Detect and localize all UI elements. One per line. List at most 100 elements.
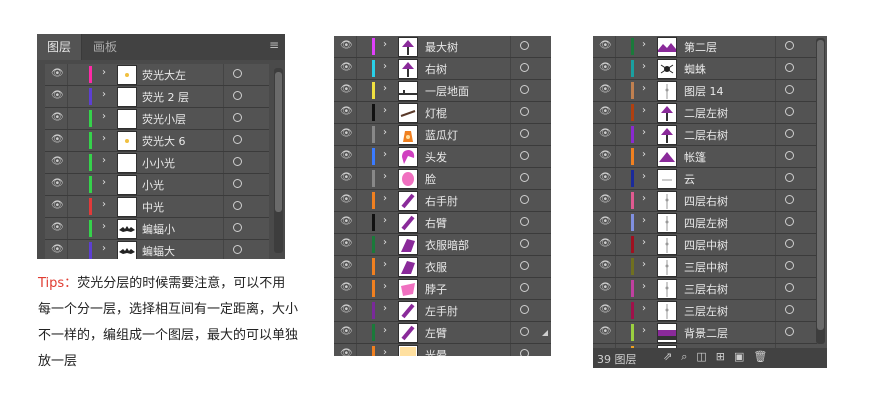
target-circle-icon[interactable] (520, 129, 529, 138)
layer-row[interactable]: 👁 › 蝙蝠大 (45, 240, 269, 259)
layer-row[interactable]: 👁 › 背景二层 (593, 322, 817, 344)
layer-name[interactable]: 图层 14 (684, 83, 724, 99)
layer-row[interactable]: 👁 › 图层 14 (593, 80, 817, 102)
target-circle-icon[interactable] (785, 327, 794, 336)
lock-column[interactable] (356, 212, 357, 233)
lock-column[interactable] (67, 130, 68, 151)
layer-name[interactable]: 三层左树 (684, 303, 728, 319)
layer-row[interactable]: 👁 › 荧光大左 (45, 64, 269, 86)
layer-row[interactable]: 👁 › 三层右树 (593, 278, 817, 300)
target-circle-icon[interactable] (520, 283, 529, 292)
layer-name[interactable]: 云 (684, 171, 695, 187)
lock-column[interactable] (67, 196, 68, 217)
target-circle-icon[interactable] (785, 173, 794, 182)
chevron-right-icon[interactable]: › (383, 127, 387, 138)
search-icon[interactable]: ⌕ (681, 350, 696, 363)
layer-row[interactable]: 👁 › 蜘蛛 (593, 58, 817, 80)
lock-column[interactable] (356, 80, 357, 101)
layer-name[interactable]: 右树 (425, 61, 447, 77)
eye-icon[interactable]: 👁 (340, 128, 353, 140)
layer-name[interactable]: 蓝瓜灯 (425, 127, 458, 143)
layer-name[interactable]: 脸 (425, 171, 436, 187)
eye-icon[interactable]: 👁 (340, 238, 353, 250)
layer-row[interactable]: 👁 › 蓝瓜灯 (334, 124, 551, 146)
target-circle-icon[interactable] (520, 349, 529, 356)
scroll-thumb[interactable] (275, 72, 282, 212)
lock-column[interactable] (615, 322, 616, 343)
layer-name[interactable]: 最大树 (425, 39, 458, 55)
chevron-right-icon[interactable]: › (383, 83, 387, 94)
target-circle-icon[interactable] (520, 41, 529, 50)
lock-column[interactable] (615, 234, 616, 255)
target-circle-icon[interactable] (520, 85, 529, 94)
scrollbar[interactable] (274, 68, 283, 253)
layer-name[interactable]: 背景二层 (684, 325, 728, 341)
eye-icon[interactable]: 👁 (340, 172, 353, 184)
layer-row[interactable]: 👁 › 四层右树 (593, 190, 817, 212)
target-circle-icon[interactable] (520, 195, 529, 204)
layer-row[interactable]: 👁 › 三层左树 (593, 300, 817, 322)
layer-name[interactable]: 四层左树 (684, 215, 728, 231)
lock-column[interactable] (356, 146, 357, 167)
target-circle-icon[interactable] (233, 135, 242, 144)
lock-column[interactable] (67, 86, 68, 107)
layer-name[interactable]: 荧光小层 (142, 111, 186, 127)
eye-icon[interactable]: 👁 (51, 156, 64, 168)
chevron-right-icon[interactable]: › (642, 281, 646, 292)
layer-row[interactable]: 👁 › 二层右树 (593, 124, 817, 146)
chevron-right-icon[interactable]: › (383, 61, 387, 72)
target-circle-icon[interactable] (233, 201, 242, 210)
eye-icon[interactable]: 👁 (51, 222, 64, 234)
layer-row[interactable]: 👁 › 荧光大 6 (45, 130, 269, 152)
chevron-right-icon[interactable]: › (383, 259, 387, 270)
export-icon[interactable]: ⇗ (663, 350, 681, 363)
layer-row[interactable]: 👁 › 荧光小层 (45, 108, 269, 130)
chevron-right-icon[interactable]: › (642, 259, 646, 270)
layer-name[interactable]: 右手肘 (425, 193, 458, 209)
lock-column[interactable] (356, 256, 357, 277)
clip-icon[interactable]: ◫ (696, 350, 715, 363)
eye-icon[interactable]: 👁 (599, 282, 612, 294)
lock-column[interactable] (356, 278, 357, 299)
lock-column[interactable] (356, 322, 357, 343)
eye-icon[interactable]: 👁 (599, 128, 612, 140)
eye-icon[interactable]: 👁 (340, 304, 353, 316)
lock-column[interactable] (67, 152, 68, 173)
layer-name[interactable]: 蝙蝠大 (142, 243, 175, 259)
layer-row[interactable]: 👁 › 荧光 2 层 (45, 86, 269, 108)
eye-icon[interactable]: 👁 (51, 90, 64, 102)
target-circle-icon[interactable] (785, 107, 794, 116)
eye-icon[interactable]: 👁 (51, 178, 64, 190)
eye-icon[interactable]: 👁 (340, 194, 353, 206)
layer-name[interactable]: 四层右树 (684, 193, 728, 209)
target-circle-icon[interactable] (785, 283, 794, 292)
lock-column[interactable] (615, 256, 616, 277)
chevron-right-icon[interactable]: › (102, 111, 106, 122)
trash-icon[interactable]: 🗑 (753, 350, 776, 363)
layer-name[interactable]: 光晕 (425, 347, 447, 356)
layer-row[interactable]: 👁 › 第二层 (593, 36, 817, 58)
scroll-thumb[interactable] (817, 40, 824, 330)
eye-icon[interactable]: 👁 (340, 106, 353, 118)
lock-column[interactable] (615, 80, 616, 101)
layer-row[interactable]: 👁 › 四层中树 (593, 234, 817, 256)
lock-column[interactable] (356, 300, 357, 321)
chevron-right-icon[interactable]: › (383, 215, 387, 226)
layer-row[interactable]: 👁 › 脸 (334, 168, 551, 190)
layer-name[interactable]: 中光 (142, 199, 164, 215)
layer-row[interactable]: 👁 › 最大树 (334, 36, 551, 58)
new-sublayer-icon[interactable]: ⊞ (716, 350, 734, 363)
target-circle-icon[interactable] (520, 63, 529, 72)
target-circle-icon[interactable] (785, 151, 794, 160)
layer-name[interactable]: 荧光大左 (142, 67, 186, 83)
chevron-right-icon[interactable]: › (383, 303, 387, 314)
layer-row[interactable]: 👁 › 灯棍 (334, 102, 551, 124)
eye-icon[interactable]: 👁 (51, 68, 64, 80)
chevron-right-icon[interactable]: › (383, 347, 387, 356)
layer-name[interactable]: 左手肘 (425, 303, 458, 319)
eye-icon[interactable]: 👁 (340, 62, 353, 74)
chevron-right-icon[interactable]: › (642, 237, 646, 248)
layer-name[interactable]: 蜘蛛 (684, 61, 706, 77)
layer-row[interactable]: 👁 › 右手肘 (334, 190, 551, 212)
layer-name[interactable]: 衣服 (425, 259, 447, 275)
